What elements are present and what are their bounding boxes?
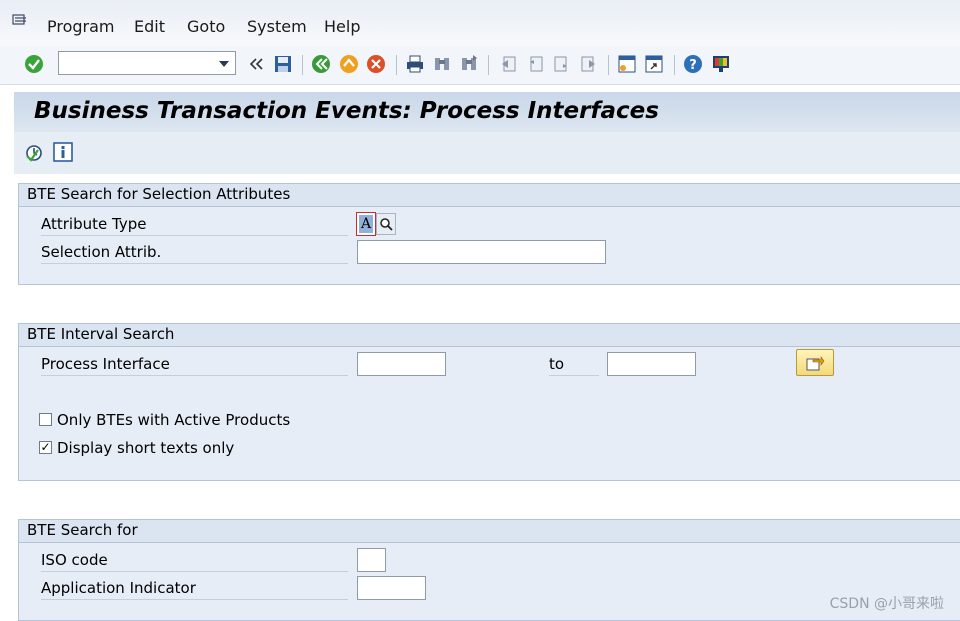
search-help-button[interactable] (376, 213, 396, 235)
back-arrows-icon[interactable] (245, 53, 267, 75)
attribute-type-value: A (359, 215, 373, 233)
iso-code-input[interactable] (357, 548, 386, 572)
find-icon[interactable] (431, 53, 453, 75)
new-session-icon[interactable] (616, 53, 638, 75)
menu-goto[interactable]: Goto (187, 17, 225, 36)
check-mark-icon: ✓ (40, 440, 51, 454)
short-texts-checkbox[interactable]: ✓ (39, 441, 52, 454)
group-header: BTE Interval Search (19, 324, 960, 347)
toolbar-separator (488, 55, 489, 75)
cancel-icon[interactable] (365, 53, 387, 75)
menu-icon[interactable] (12, 14, 28, 28)
only-active-products-checkbox[interactable] (39, 413, 52, 426)
process-interface-to-input[interactable] (607, 352, 696, 376)
selection-attrib-input[interactable] (357, 240, 606, 264)
menu-edit[interactable]: Edit (134, 17, 165, 36)
toolbar-separator (302, 55, 303, 75)
chevron-down-icon[interactable] (219, 61, 229, 67)
to-label: to (549, 355, 599, 376)
save-icon[interactable] (272, 53, 294, 75)
previous-page-icon[interactable] (524, 53, 546, 75)
process-interface-from-input[interactable] (357, 352, 446, 376)
attribute-type-field[interactable]: A (356, 212, 376, 236)
next-page-icon[interactable] (551, 53, 573, 75)
application-indicator-label: Application Indicator (41, 579, 348, 600)
group-header: BTE Search for (19, 520, 960, 543)
multiple-selection-button[interactable] (796, 349, 834, 376)
standard-toolbar: ? (0, 46, 960, 85)
toolbar-separator (396, 55, 397, 75)
menu-system[interactable]: System (247, 17, 307, 36)
enter-icon[interactable] (23, 53, 45, 75)
print-icon[interactable] (404, 53, 426, 75)
find-next-icon[interactable] (458, 53, 480, 75)
screen-title-bar: Business Transaction Events: Process Int… (14, 92, 960, 132)
application-toolbar (14, 132, 960, 175)
only-active-products-label: Only BTEs with Active Products (57, 411, 291, 429)
group-interval-search: BTE Interval Search (18, 323, 960, 481)
short-texts-label: Display short texts only (57, 439, 235, 457)
search-icon (380, 218, 393, 231)
exit-icon[interactable] (338, 53, 360, 75)
layout-icon[interactable] (710, 53, 732, 75)
watermark: CSDN @小哥来啦 (829, 596, 944, 612)
multiple-selection-icon (806, 355, 825, 370)
svg-text:?: ? (689, 58, 697, 73)
attribute-type-label: Attribute Type (41, 215, 348, 236)
help-icon[interactable]: ? (682, 53, 704, 75)
first-page-icon[interactable] (497, 53, 519, 75)
menu-bar: Program Edit Goto System Help (0, 0, 960, 47)
back-icon[interactable] (310, 53, 332, 75)
application-indicator-input[interactable] (357, 576, 426, 600)
selection-attrib-label: Selection Attrib. (41, 243, 348, 264)
last-page-icon[interactable] (578, 53, 600, 75)
command-field[interactable] (58, 51, 236, 75)
shortcut-icon[interactable] (643, 53, 665, 75)
iso-code-label: ISO code (41, 551, 348, 572)
toolbar-separator (674, 55, 675, 75)
menu-program[interactable]: Program (47, 17, 115, 36)
menu-help[interactable]: Help (324, 17, 360, 36)
group-header: BTE Search for Selection Attributes (19, 184, 960, 207)
toolbar-separator (608, 55, 609, 75)
page-title: Business Transaction Events: Process Int… (34, 98, 659, 124)
execute-icon[interactable] (23, 141, 45, 163)
information-icon[interactable] (52, 141, 74, 163)
process-interface-label: Process Interface (41, 355, 348, 376)
